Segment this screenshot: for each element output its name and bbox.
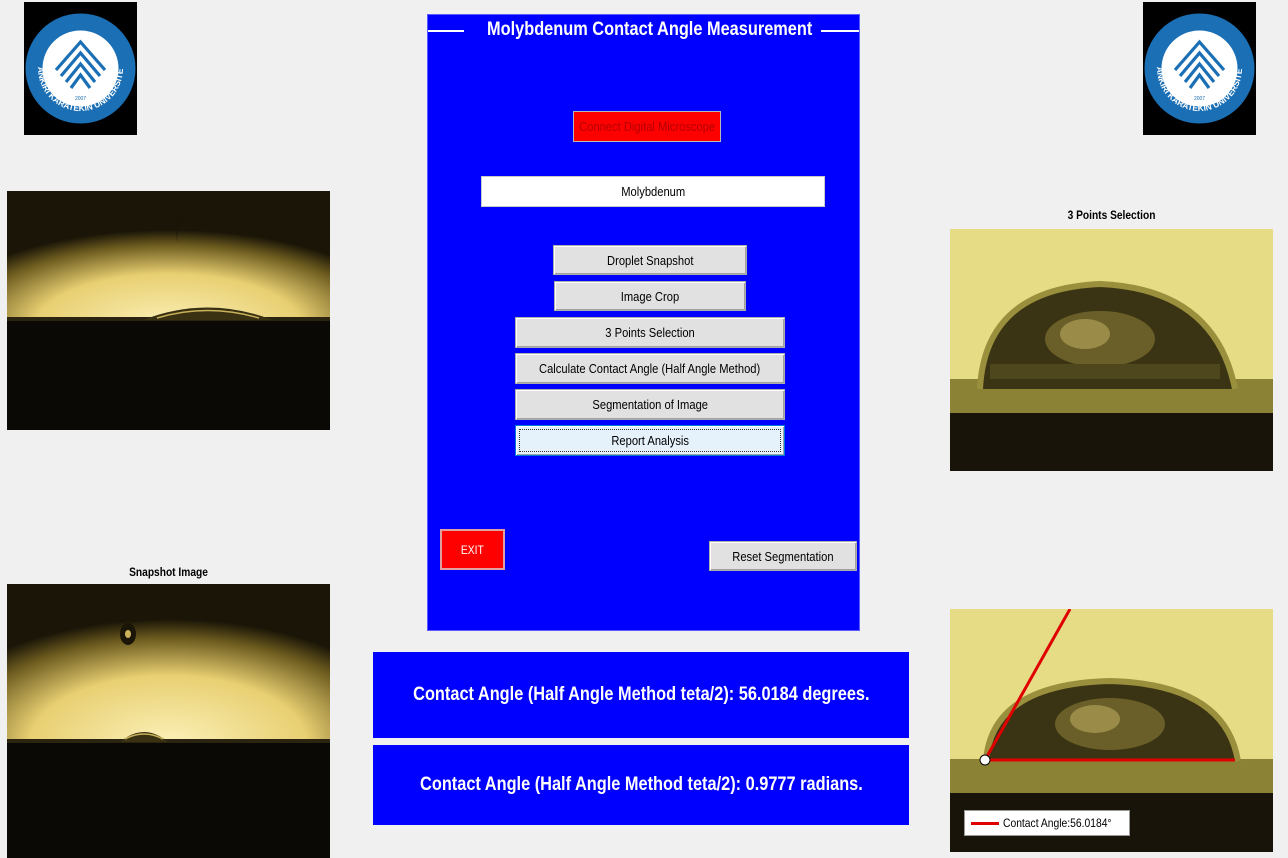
image-crop-button[interactable]: Image Crop: [554, 281, 746, 311]
reset-segmentation-button[interactable]: Reset Segmentation: [709, 541, 857, 571]
cropped-droplet-image: [950, 229, 1273, 471]
plot-legend: Contact Angle:56.0184°: [964, 810, 1130, 836]
segmentation-button[interactable]: Segmentation of Image: [515, 389, 785, 420]
live-camera-view: [7, 191, 330, 430]
material-field[interactable]: Molybdenum: [481, 176, 825, 207]
calculate-contact-angle-button[interactable]: Calculate Contact Angle (Half Angle Meth…: [515, 353, 785, 384]
droplet-snapshot-button[interactable]: Droplet Snapshot: [553, 245, 747, 275]
result-radians-display: Contact Angle (Half Angle Method teta/2)…: [373, 745, 909, 825]
legend-line-swatch: [971, 821, 999, 825]
snapshot-image: [7, 584, 330, 858]
control-panel: Molybdenum Contact Angle Measurement Con…: [427, 14, 860, 631]
exit-button[interactable]: EXIT: [440, 529, 505, 570]
page-title: Molybdenum Contact Angle Measurement: [486, 19, 813, 40]
connect-microscope-button[interactable]: Connect Digital Microscope: [573, 111, 721, 142]
panel-title-bar: Molybdenum Contact Angle Measurement: [428, 19, 859, 43]
report-analysis-button[interactable]: Report Analysis: [515, 425, 785, 456]
university-seal-icon: 2007 ÇANKIRI KARATEKİN ÜNİVERSİTESİ: [24, 12, 136, 124]
university-logo-left: 2007 ÇANKIRI KARATEKİN ÜNİVERSİTESİ: [24, 2, 137, 135]
svg-text:2007: 2007: [75, 96, 86, 102]
university-seal-icon: 2007 ÇANKIRI KARATEKİN ÜNİVERSİTESİ: [1143, 12, 1255, 124]
points-selection-caption: 3 Points Selection: [1067, 208, 1156, 222]
legend-label: Contact Angle:56.0184°: [1002, 816, 1112, 830]
contact-point-marker: [979, 754, 991, 766]
university-logo-right: 2007 ÇANKIRI KARATEKİN ÜNİVERSİTESİ: [1143, 2, 1256, 135]
result-degrees-display: Contact Angle (Half Angle Method teta/2)…: [373, 652, 909, 738]
contact-angle-plot: Contact Angle:56.0184°: [950, 609, 1273, 852]
snapshot-caption: Snapshot Image: [129, 565, 208, 579]
three-points-selection-button[interactable]: 3 Points Selection: [515, 317, 785, 348]
svg-text:2007: 2007: [1194, 96, 1205, 102]
